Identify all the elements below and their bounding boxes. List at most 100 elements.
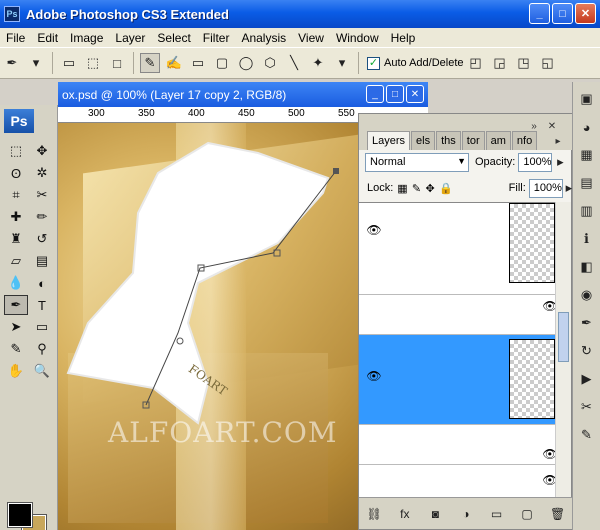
channels-icon[interactable]: ◉ xyxy=(576,284,598,306)
panel-menu-icon[interactable]: ▸ xyxy=(551,134,565,148)
menu-file[interactable]: File xyxy=(0,31,31,45)
chevron-down-icon[interactable]: ▾ xyxy=(332,53,352,73)
shape-layers-icon[interactable]: ▭ xyxy=(59,53,79,73)
custom-shape-icon[interactable]: ✦ xyxy=(308,53,328,73)
tab-histogram[interactable]: am xyxy=(485,131,511,150)
menu-window[interactable]: Window xyxy=(330,31,385,45)
path-subtract-icon[interactable]: ◲ xyxy=(490,53,510,73)
eye-icon[interactable]: 👁 xyxy=(542,447,555,461)
lock-position-icon[interactable]: ✥ xyxy=(425,181,435,195)
dodge-tool-icon[interactable]: ◐ xyxy=(30,273,54,293)
path-anchor-point[interactable] xyxy=(333,168,339,174)
magic-wand-icon[interactable]: ✲ xyxy=(30,163,54,183)
fill-pixels-icon[interactable]: □ xyxy=(107,53,127,73)
slice-tool-icon[interactable]: ✂ xyxy=(30,185,54,205)
doc-maximize-button[interactable]: □ xyxy=(386,85,404,103)
tab-navigator[interactable]: tor xyxy=(461,131,485,150)
lasso-tool-icon[interactable]: ʘ xyxy=(4,163,28,183)
eyedropper-tool-icon[interactable]: ⚲ xyxy=(30,339,54,359)
minimize-button[interactable]: _ xyxy=(529,3,550,24)
crop-tool-icon[interactable]: ⌗ xyxy=(4,185,28,205)
pen-tool-preset-icon[interactable]: ✒ xyxy=(2,53,22,73)
notes-tool-icon[interactable]: ✎ xyxy=(4,339,28,359)
lock-image-icon[interactable]: ✎ xyxy=(412,181,422,195)
tab-channels[interactable]: els xyxy=(411,131,436,150)
gradient-tool-icon[interactable]: ▤ xyxy=(30,251,54,271)
layers-icon[interactable]: ◧ xyxy=(576,256,598,278)
actions-icon[interactable]: ▶ xyxy=(576,368,598,390)
blur-tool-icon[interactable]: 💧 xyxy=(4,273,28,293)
scrollbar-thumb[interactable] xyxy=(558,312,569,362)
history-icon[interactable]: ↻ xyxy=(576,340,598,362)
layer-row[interactable]: 👁 xyxy=(359,465,555,497)
layer-row[interactable]: 👁 xyxy=(359,203,555,295)
layer-row[interactable]: 👁 xyxy=(359,425,555,465)
menu-help[interactable]: Help xyxy=(385,31,422,45)
chevron-down-icon[interactable]: ▾ xyxy=(26,53,46,73)
menu-view[interactable]: View xyxy=(292,31,330,45)
fill-input[interactable]: 100% xyxy=(528,178,563,198)
menu-layer[interactable]: Layer xyxy=(109,31,151,45)
new-group-icon[interactable]: ▭ xyxy=(488,505,506,523)
type-tool-icon[interactable]: T xyxy=(30,295,54,315)
marquee-tool-icon[interactable]: ⬚ xyxy=(4,141,28,161)
eye-icon[interactable]: 👁 xyxy=(542,473,555,487)
rounded-rectangle-icon[interactable]: ▢ xyxy=(212,53,232,73)
blend-mode-select[interactable]: Normal ▼ xyxy=(365,152,469,172)
ellipse-tool-icon[interactable]: ◯ xyxy=(236,53,256,73)
doc-minimize-button[interactable]: _ xyxy=(366,85,384,103)
history-brush-icon[interactable]: ↺ xyxy=(30,229,54,249)
lock-all-icon[interactable]: 🔒 xyxy=(439,181,453,195)
tab-layers[interactable]: Layers xyxy=(367,131,411,150)
collapse-panel-icon[interactable]: » xyxy=(527,119,541,133)
close-button[interactable]: ✕ xyxy=(575,3,596,24)
eye-icon[interactable]: 👁 xyxy=(366,223,381,237)
path-selection-icon[interactable]: ➤ xyxy=(4,317,28,337)
layer-row[interactable]: 👁 xyxy=(359,295,555,335)
close-panel-icon[interactable]: ✕ xyxy=(545,119,559,133)
tab-paths[interactable]: ths xyxy=(436,131,461,150)
new-layer-icon[interactable]: ▢ xyxy=(518,505,536,523)
tab-info[interactable]: nfo xyxy=(511,131,538,150)
line-tool-icon[interactable]: ╲ xyxy=(284,53,304,73)
adjustment-layer-icon[interactable]: ◑ xyxy=(457,505,475,523)
layer-row-selected[interactable]: 👁 xyxy=(359,335,555,425)
color-panel-icon[interactable]: ◕ xyxy=(576,116,598,138)
info-icon[interactable]: ℹ xyxy=(576,228,598,250)
histogram-icon[interactable]: ▥ xyxy=(576,200,598,222)
auto-add-delete-checkbox[interactable]: ✓ xyxy=(367,56,380,70)
opacity-input[interactable]: 100% xyxy=(518,152,553,172)
menu-image[interactable]: Image xyxy=(64,31,109,45)
layers-scrollbar[interactable] xyxy=(555,202,571,497)
doc-close-button[interactable]: ✕ xyxy=(406,85,424,103)
layer-style-fx-icon[interactable]: fx xyxy=(396,505,414,523)
rectangle-tool-icon[interactable]: ▭ xyxy=(188,53,208,73)
path-intersect-icon[interactable]: ◳ xyxy=(514,53,534,73)
rectangle-shape-icon[interactable]: ▭ xyxy=(30,317,54,337)
paths-icon[interactable]: ✒ xyxy=(576,312,598,334)
menu-select[interactable]: Select xyxy=(151,31,196,45)
path-add-icon[interactable]: ◰ xyxy=(466,53,486,73)
link-layers-icon[interactable]: ⛓ xyxy=(365,505,383,523)
tool-presets-icon[interactable]: ✂ xyxy=(576,396,598,418)
path-exclude-icon[interactable]: ◱ xyxy=(538,53,558,73)
paths-mode-icon[interactable]: ⬚ xyxy=(83,53,103,73)
menu-edit[interactable]: Edit xyxy=(31,31,64,45)
chevron-right-icon[interactable]: ▸ xyxy=(554,152,566,172)
maximize-button[interactable]: □ xyxy=(552,3,573,24)
lock-transparency-icon[interactable]: ▦ xyxy=(397,181,407,195)
pen-tool-icon[interactable]: ✒ xyxy=(4,295,28,315)
eye-icon[interactable]: 👁 xyxy=(542,299,555,313)
delete-layer-icon[interactable]: 🗑 xyxy=(549,505,567,523)
add-mask-icon[interactable]: ◙ xyxy=(426,505,444,523)
healing-brush-icon[interactable]: ✚ xyxy=(4,207,28,227)
freeform-pen-icon[interactable]: ✍ xyxy=(164,53,184,73)
clone-stamp-icon[interactable]: ♜ xyxy=(4,229,28,249)
eraser-tool-icon[interactable]: ▱ xyxy=(4,251,28,271)
menu-analysis[interactable]: Analysis xyxy=(235,31,292,45)
menu-filter[interactable]: Filter xyxy=(197,31,236,45)
zoom-tool-icon[interactable]: 🔍 xyxy=(30,361,54,381)
eye-icon[interactable]: 👁 xyxy=(366,369,381,383)
swatches-icon[interactable]: ▦ xyxy=(576,144,598,166)
pen-tool-icon[interactable]: ✎ xyxy=(140,53,160,73)
